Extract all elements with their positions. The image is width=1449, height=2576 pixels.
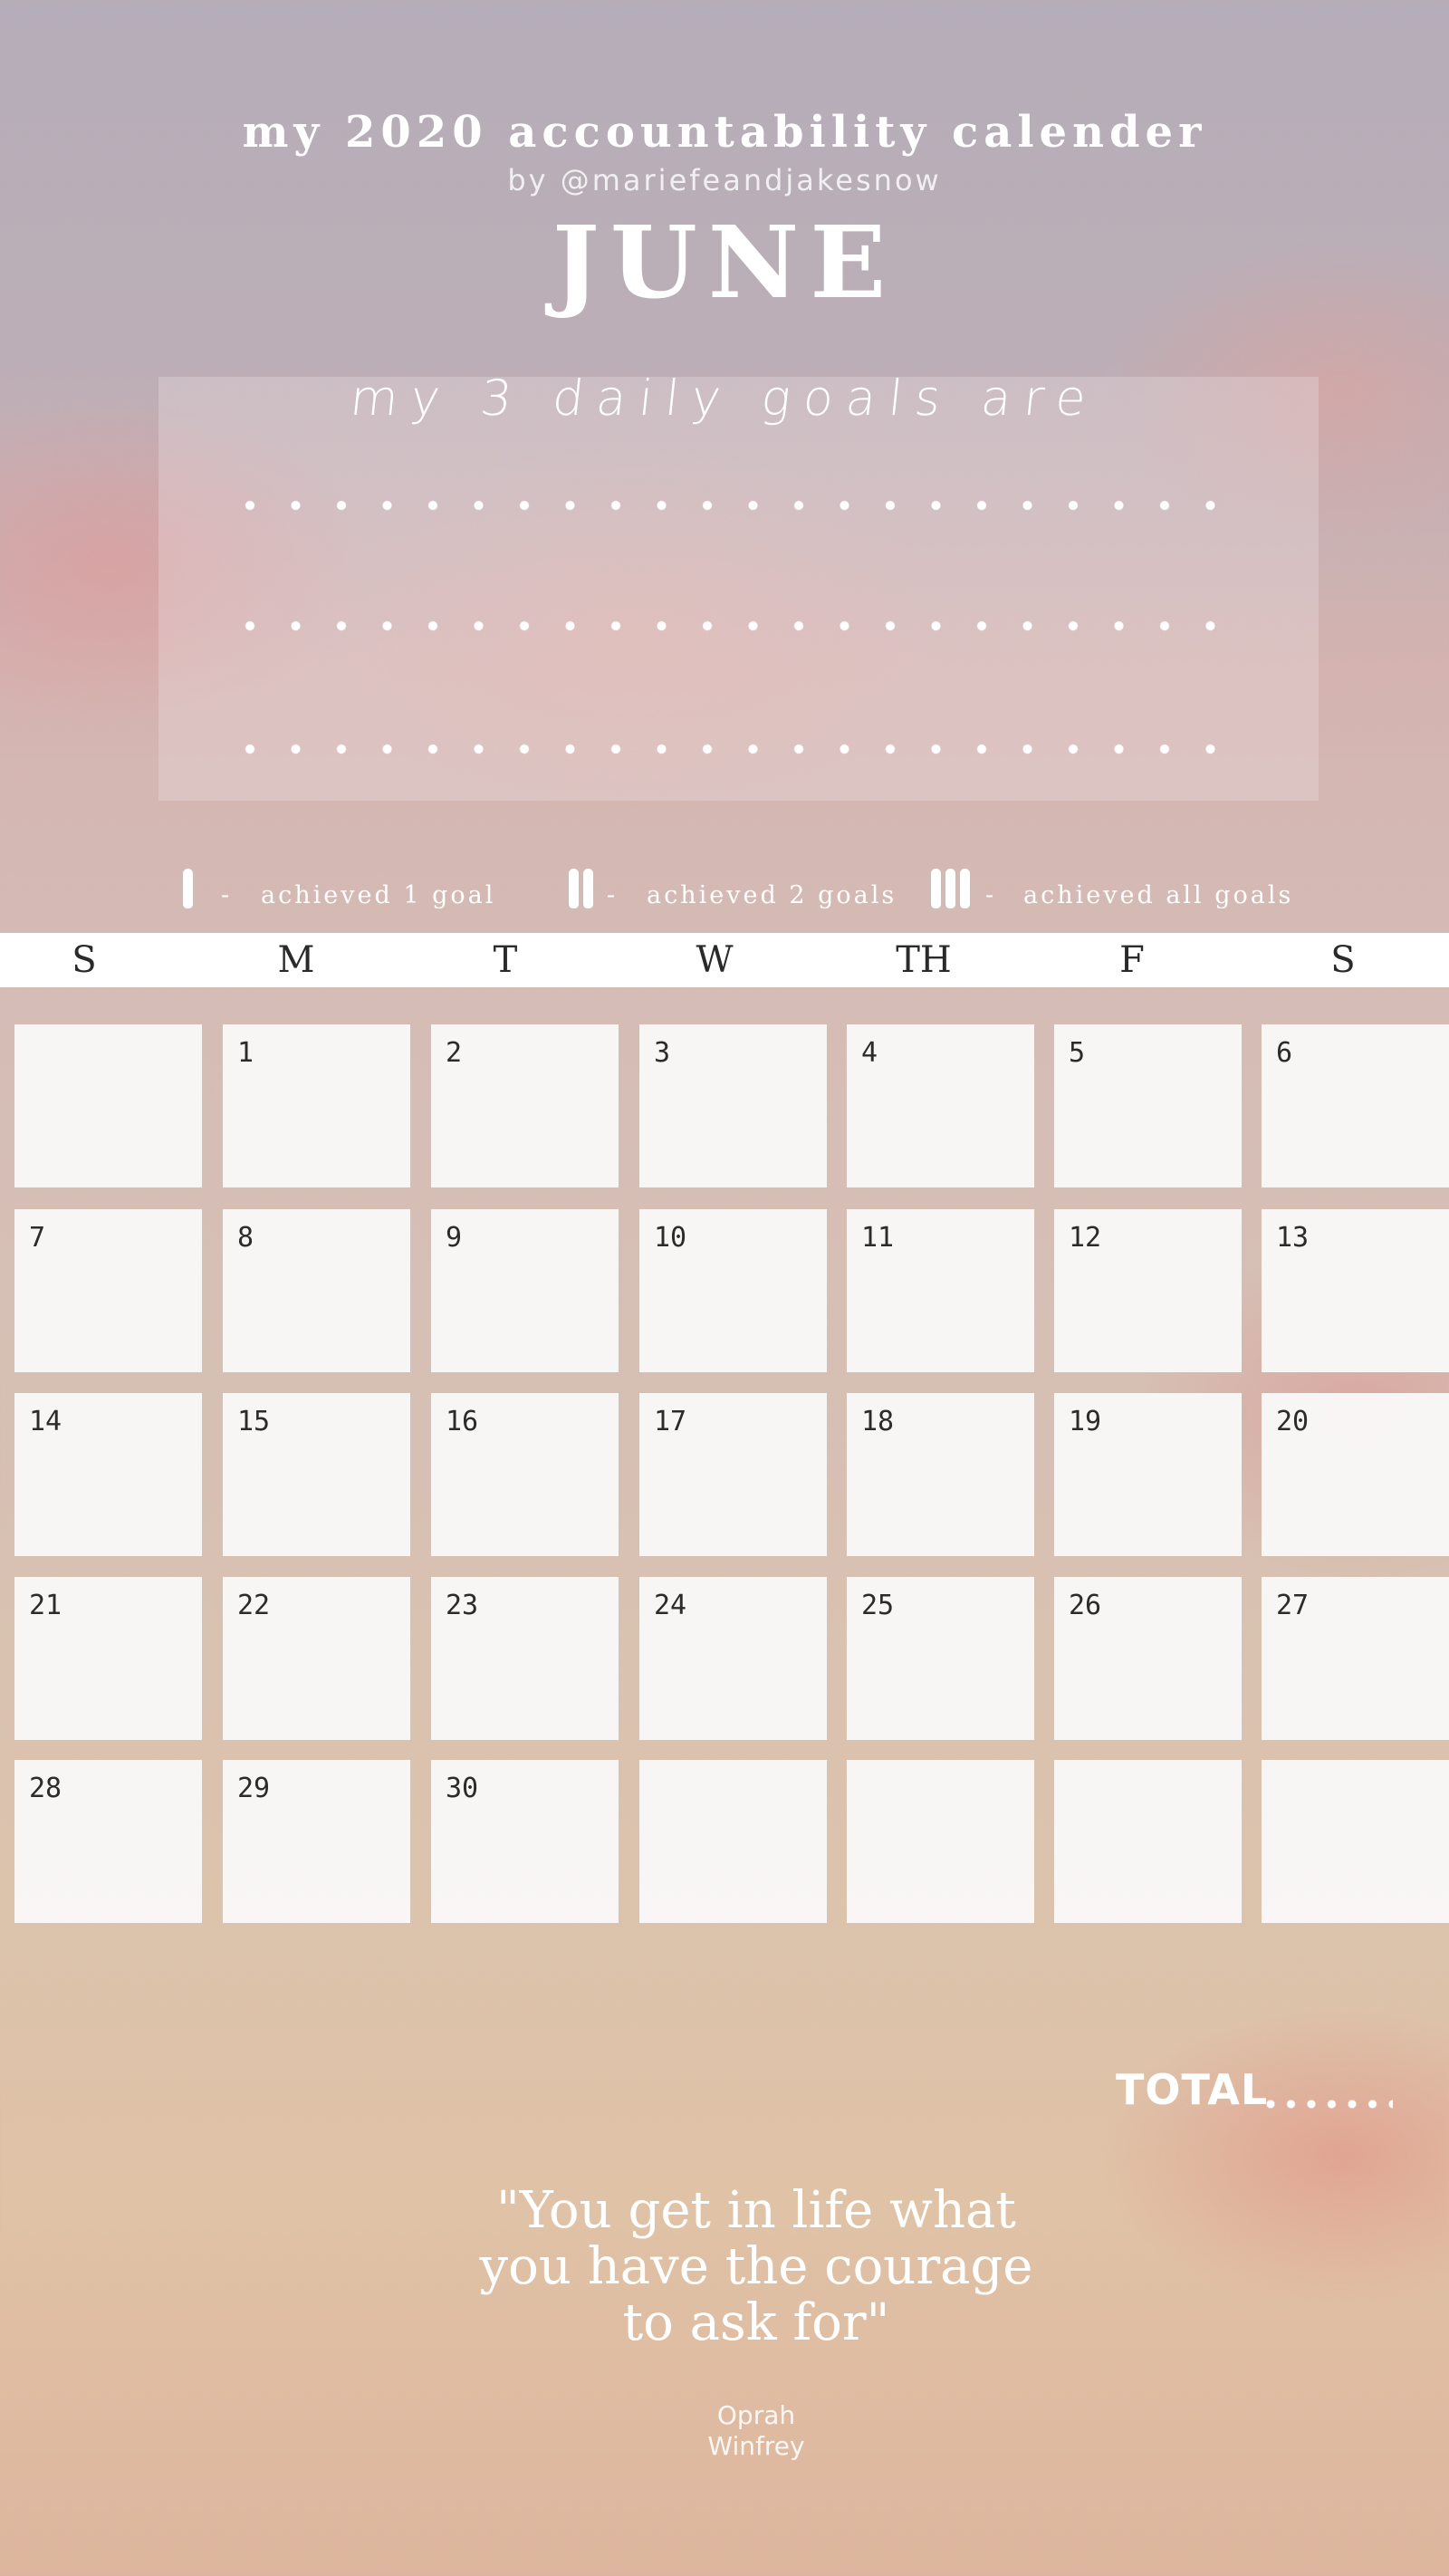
total-entry-line[interactable] <box>1266 2100 1393 2109</box>
calendar-day-cell[interactable]: 29 <box>223 1760 410 1923</box>
calendar-day-cell[interactable]: 5 <box>1054 1024 1242 1187</box>
weekday-header: S M T W TH F S <box>0 933 1449 987</box>
calendar-day-cell[interactable]: 28 <box>14 1760 202 1923</box>
day-number: 23 <box>446 1590 479 1621</box>
calendar-day-cell[interactable] <box>639 1760 827 1923</box>
day-number: 25 <box>861 1590 895 1621</box>
weekday-mon: M <box>277 939 315 981</box>
tally-mark-icon <box>569 869 579 908</box>
quote-author: Oprah Winfrey <box>707 2400 805 2461</box>
day-number: 26 <box>1069 1590 1102 1621</box>
calendar-day-cell[interactable]: 18 <box>847 1393 1034 1556</box>
calendar-day-cell[interactable]: 14 <box>14 1393 202 1556</box>
legend: - achieved 1 goal - achieved 2 goals - a… <box>0 865 1449 919</box>
day-number: 3 <box>654 1037 671 1069</box>
day-number: 12 <box>1069 1222 1102 1254</box>
weekday-thu: TH <box>896 939 952 981</box>
day-number: 28 <box>29 1773 62 1804</box>
calendar-day-cell[interactable]: 24 <box>639 1577 827 1740</box>
calendar-title: my 2020 accountability calender <box>242 107 1207 158</box>
calendar-day-cell[interactable]: 11 <box>847 1209 1034 1372</box>
day-number: 29 <box>237 1773 271 1804</box>
day-number: 2 <box>446 1037 463 1069</box>
day-number: 18 <box>861 1406 895 1437</box>
legend-separator: - <box>985 881 997 909</box>
calendar-day-cell[interactable]: 17 <box>639 1393 827 1556</box>
goal-line-1[interactable] <box>245 500 1232 511</box>
tally-mark-icon <box>931 869 941 908</box>
calendar-day-cell[interactable]: 9 <box>431 1209 619 1372</box>
calendar-day-cell[interactable]: 7 <box>14 1209 202 1372</box>
calendar-day-cell[interactable] <box>847 1760 1034 1923</box>
day-number: 16 <box>446 1406 479 1437</box>
goals-heading: my 3 daily goals are <box>347 370 1102 427</box>
legend-label-3: achieved all goals <box>1023 881 1294 909</box>
day-number: 27 <box>1276 1590 1310 1621</box>
tally-mark-icon <box>945 869 955 908</box>
month-title: JUNE <box>552 204 897 321</box>
calendar-day-cell[interactable]: 2 <box>431 1024 619 1187</box>
calendar-day-cell[interactable]: 12 <box>1054 1209 1242 1372</box>
calendar-day-cell[interactable]: 10 <box>639 1209 827 1372</box>
day-number: 11 <box>861 1222 895 1254</box>
tally-mark-icon <box>183 869 193 908</box>
day-number: 1 <box>237 1037 254 1069</box>
legend-label-2: achieved 2 goals <box>647 881 897 909</box>
calendar-day-cell[interactable]: 21 <box>14 1577 202 1740</box>
calendar-day-cell[interactable]: 15 <box>223 1393 410 1556</box>
weekday-fri: F <box>1119 939 1145 981</box>
day-number: 14 <box>29 1406 62 1437</box>
calendar-day-cell[interactable] <box>1262 1760 1449 1923</box>
quote-text: "You get in life what you have the coura… <box>479 2181 1033 2352</box>
calendar-day-cell[interactable]: 22 <box>223 1577 410 1740</box>
day-number: 30 <box>446 1773 479 1804</box>
calendar-day-cell[interactable]: 4 <box>847 1024 1034 1187</box>
calendar-day-cell[interactable]: 1 <box>223 1024 410 1187</box>
goal-line-2[interactable] <box>245 620 1232 631</box>
weekday-tue: T <box>493 939 518 981</box>
byline: by @mariefeandjakesnow <box>507 163 942 197</box>
day-number: 9 <box>446 1222 463 1254</box>
weekday-sat: S <box>1330 939 1356 981</box>
day-number: 15 <box>237 1406 271 1437</box>
day-number: 10 <box>654 1222 687 1254</box>
day-number: 5 <box>1069 1037 1086 1069</box>
calendar-day-cell[interactable]: 8 <box>223 1209 410 1372</box>
goal-line-3[interactable] <box>245 744 1232 755</box>
calendar-day-cell[interactable] <box>1054 1760 1242 1923</box>
calendar-day-cell[interactable]: 6 <box>1262 1024 1449 1187</box>
calendar-day-cell[interactable]: 16 <box>431 1393 619 1556</box>
day-number: 19 <box>1069 1406 1102 1437</box>
calendar-day-cell[interactable]: 30 <box>431 1760 619 1923</box>
day-number: 22 <box>237 1590 271 1621</box>
day-number: 24 <box>654 1590 687 1621</box>
day-number: 4 <box>861 1037 878 1069</box>
day-number: 21 <box>29 1590 62 1621</box>
calendar-day-cell[interactable]: 23 <box>431 1577 619 1740</box>
calendar-day-cell[interactable]: 26 <box>1054 1577 1242 1740</box>
calendar-day-cell[interactable]: 20 <box>1262 1393 1449 1556</box>
day-number: 7 <box>29 1222 46 1254</box>
day-number: 13 <box>1276 1222 1310 1254</box>
calendar-day-cell[interactable] <box>14 1024 202 1187</box>
calendar-day-cell[interactable]: 3 <box>639 1024 827 1187</box>
total-label: TOTAL <box>1116 2065 1269 2114</box>
tally-mark-icon <box>960 869 970 908</box>
day-number: 17 <box>654 1406 687 1437</box>
day-number: 20 <box>1276 1406 1310 1437</box>
legend-separator: - <box>221 881 233 909</box>
tally-mark-icon <box>583 869 593 908</box>
goals-panel <box>158 377 1319 801</box>
weekday-wed: W <box>696 939 734 981</box>
legend-label-1: achieved 1 goal <box>261 881 496 909</box>
calendar-day-cell[interactable]: 25 <box>847 1577 1034 1740</box>
day-number: 6 <box>1276 1037 1293 1069</box>
calendar-day-cell[interactable]: 13 <box>1262 1209 1449 1372</box>
calendar-day-cell[interactable]: 27 <box>1262 1577 1449 1740</box>
weekday-sun: S <box>72 939 97 981</box>
calendar-day-cell[interactable]: 19 <box>1054 1393 1242 1556</box>
legend-separator: - <box>607 881 619 909</box>
day-number: 8 <box>237 1222 254 1254</box>
